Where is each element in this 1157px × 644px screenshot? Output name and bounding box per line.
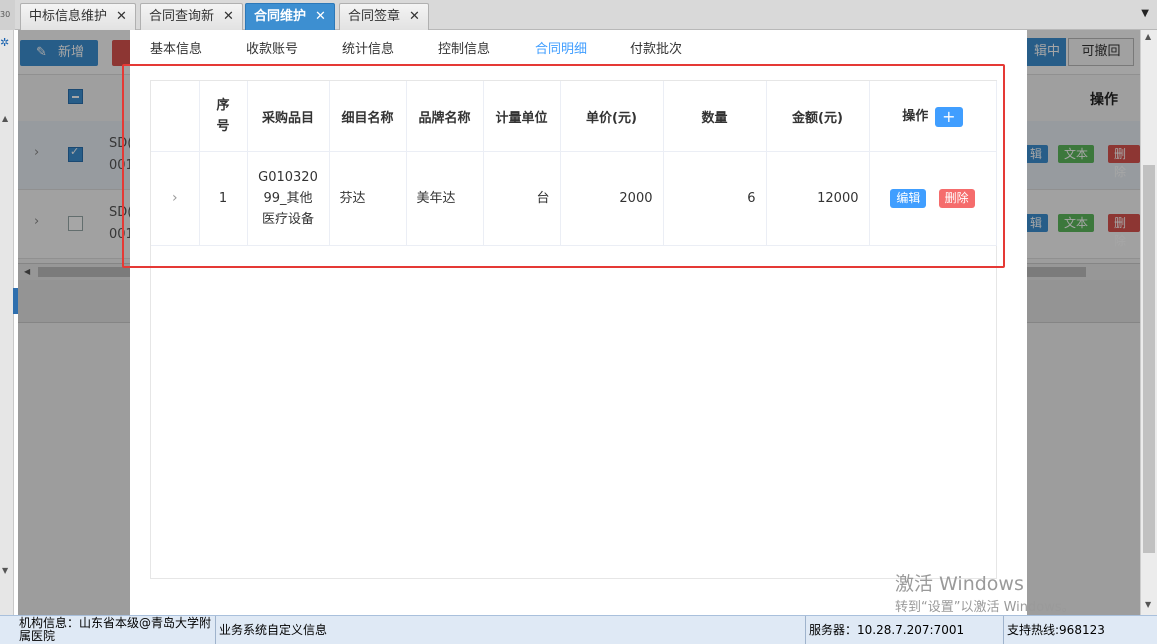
- close-icon[interactable]: ✕: [116, 9, 127, 24]
- delete-button[interactable]: 删除: [938, 189, 975, 208]
- tab-contract-query[interactable]: 合同查询新 ✕: [140, 3, 243, 30]
- tab-label: 合同签章: [348, 9, 401, 24]
- tab-label: 中标信息维护: [29, 9, 108, 24]
- column-header-index: 序号: [199, 81, 248, 152]
- column-header-operation: 操作 +: [869, 81, 997, 152]
- table-row: › 1 G01032099_其他医疗设备 芬达 美年达 台 2000 6 120…: [151, 151, 997, 246]
- operation-cell: 编辑 删除: [869, 151, 997, 246]
- scroll-up-icon[interactable]: ▲: [2, 114, 8, 123]
- support-hotline: 支持热线:968123: [1007, 623, 1105, 637]
- tab-statistics[interactable]: 统计信息: [342, 38, 394, 57]
- column-header-amount: 金额(元): [766, 81, 870, 152]
- tab-bid-info[interactable]: 中标信息维护 ✕: [20, 3, 136, 30]
- left-sidebar-strip: ✲ ▲ ▼: [0, 30, 14, 615]
- add-row-button[interactable]: +: [934, 106, 963, 127]
- scrollbar-thumb[interactable]: [1143, 165, 1155, 553]
- chevron-right-icon[interactable]: ›: [172, 190, 178, 206]
- scroll-up-icon[interactable]: ▲: [1145, 32, 1151, 41]
- column-header-brand: 品牌名称: [406, 81, 484, 152]
- tab-payee-account[interactable]: 收款账号: [246, 38, 298, 57]
- scroll-down-icon[interactable]: ▼: [2, 566, 8, 575]
- brand-cell: 美年达: [406, 151, 484, 246]
- tab-basic-info[interactable]: 基本信息: [150, 38, 202, 57]
- unit-cell: 台: [483, 151, 561, 246]
- tab-control-info[interactable]: 控制信息: [438, 38, 490, 57]
- quantity-cell: 6: [663, 151, 767, 246]
- contract-detail-table: 序号 采购品目 细目名称 品牌名称 计量单位 单价(元) 数量 金额(元) 操作…: [151, 81, 997, 246]
- tab-contract-signature[interactable]: 合同签章 ✕: [339, 3, 429, 30]
- amount-cell: 12000: [766, 151, 870, 246]
- contract-detail-dialog: 基本信息 收款账号 统计信息 控制信息 合同明细 付款批次 序号 采购品目 细目…: [130, 30, 1027, 615]
- item-name-cell: 芬达: [329, 151, 407, 246]
- column-header-category: 采购品目: [247, 81, 330, 152]
- expand-cell[interactable]: ›: [151, 151, 200, 246]
- unit-price-cell: 2000: [560, 151, 664, 246]
- column-header-quantity: 数量: [663, 81, 767, 152]
- tab-payment-batches[interactable]: 付款批次: [630, 38, 682, 57]
- contract-detail-panel: 序号 采购品目 细目名称 品牌名称 计量单位 单价(元) 数量 金额(元) 操作…: [150, 80, 997, 579]
- category-cell: G01032099_其他医疗设备: [247, 151, 330, 246]
- tab-strip: 30 中标信息维护 ✕ 合同查询新 ✕ 合同维护 ✕ 合同签章 ✕ ▼: [0, 0, 1157, 30]
- gear-icon[interactable]: ✲: [0, 36, 12, 50]
- tab-label: 合同查询新: [149, 9, 215, 24]
- windows-activation-title: 激活 Windows: [895, 573, 1024, 595]
- vertical-scrollbar[interactable]: ▲ ▼: [1140, 30, 1157, 615]
- scroll-down-icon[interactable]: ▼: [1145, 600, 1151, 609]
- tab-stub: 30: [0, 0, 15, 30]
- status-bar: 机构信息：山东省本级@青岛大学附属医院 业务系统自定义信息 服务器：10.28.…: [0, 615, 1157, 644]
- tab-label: 合同维护: [254, 9, 307, 24]
- org-info: 机构信息：山东省本级@青岛大学附属医院: [16, 616, 216, 644]
- server-info: 服务器：10.28.7.207:7001: [806, 616, 1004, 644]
- tab-list-dropdown-icon[interactable]: ▼: [1141, 8, 1149, 19]
- index-cell: 1: [199, 151, 248, 246]
- windows-activation-hint: 转到“设置”以激活 Windows。: [895, 600, 1075, 615]
- operation-label: 操作: [902, 109, 929, 125]
- close-icon[interactable]: ✕: [409, 9, 420, 24]
- tab-contract-maintenance[interactable]: 合同维护 ✕: [245, 3, 335, 30]
- custom-info: 业务系统自定义信息: [216, 616, 806, 644]
- table-header-row: 序号 采购品目 细目名称 品牌名称 计量单位 单价(元) 数量 金额(元) 操作…: [151, 81, 997, 152]
- column-header-unit: 计量单位: [483, 81, 561, 152]
- modal-tabs: 基本信息 收款账号 统计信息 控制信息 合同明细 付款批次: [130, 30, 1027, 62]
- column-header-item-name: 细目名称: [329, 81, 407, 152]
- close-icon[interactable]: ✕: [223, 9, 234, 24]
- expand-column-header: [151, 81, 200, 152]
- edit-button[interactable]: 编辑: [890, 189, 927, 208]
- close-icon[interactable]: ✕: [315, 9, 326, 24]
- tab-contract-details[interactable]: 合同明细: [535, 38, 587, 57]
- column-header-unit-price: 单价(元): [560, 81, 664, 152]
